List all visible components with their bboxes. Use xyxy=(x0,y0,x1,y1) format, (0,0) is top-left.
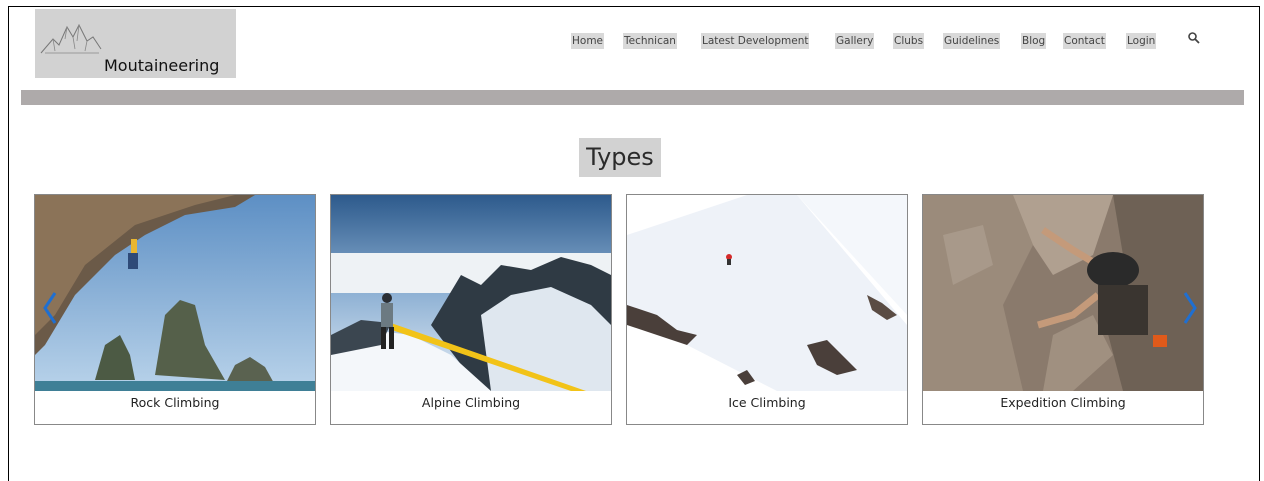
section-title: Types xyxy=(579,138,661,177)
alpine-climbing-image xyxy=(331,195,611,391)
chevron-left-icon[interactable] xyxy=(42,291,58,325)
rock-climbing-image xyxy=(35,195,315,391)
expedition-climbing-image xyxy=(923,195,1203,391)
card-expedition-climbing[interactable]: Expedition Climbing xyxy=(922,194,1204,425)
nav-item-login[interactable]: Login xyxy=(1126,33,1157,49)
card-alpine-climbing[interactable]: Alpine Climbing xyxy=(330,194,612,425)
ice-climbing-image xyxy=(627,195,907,391)
card-rock-climbing[interactable]: Rock Climbing xyxy=(34,194,316,425)
search-icon[interactable] xyxy=(1187,31,1201,45)
nav-item-technican[interactable]: Technican xyxy=(623,33,677,49)
main-nav: Home Technican Latest Development Galler… xyxy=(9,33,1259,53)
header-divider xyxy=(21,90,1244,105)
card-label: Expedition Climbing xyxy=(1000,395,1126,410)
nav-item-clubs[interactable]: Clubs xyxy=(893,33,925,49)
nav-item-gallery[interactable]: Gallery xyxy=(835,33,875,49)
card-label: Rock Climbing xyxy=(130,395,220,410)
card-label: Ice Climbing xyxy=(728,395,806,410)
nav-item-home[interactable]: Home xyxy=(571,33,605,49)
card-label: Alpine Climbing xyxy=(421,395,521,410)
nav-item-latest-development[interactable]: Latest Development xyxy=(701,33,810,49)
logo-text: Moutaineering xyxy=(104,56,220,75)
page-frame: Moutaineering Home Technican Latest Deve… xyxy=(8,6,1260,481)
nav-item-contact[interactable]: Contact xyxy=(1063,33,1106,49)
chevron-right-icon[interactable] xyxy=(1182,291,1198,325)
card-ice-climbing[interactable]: Ice Climbing xyxy=(626,194,908,425)
nav-item-guidelines[interactable]: Guidelines xyxy=(943,33,1001,49)
nav-item-blog[interactable]: Blog xyxy=(1021,33,1047,49)
